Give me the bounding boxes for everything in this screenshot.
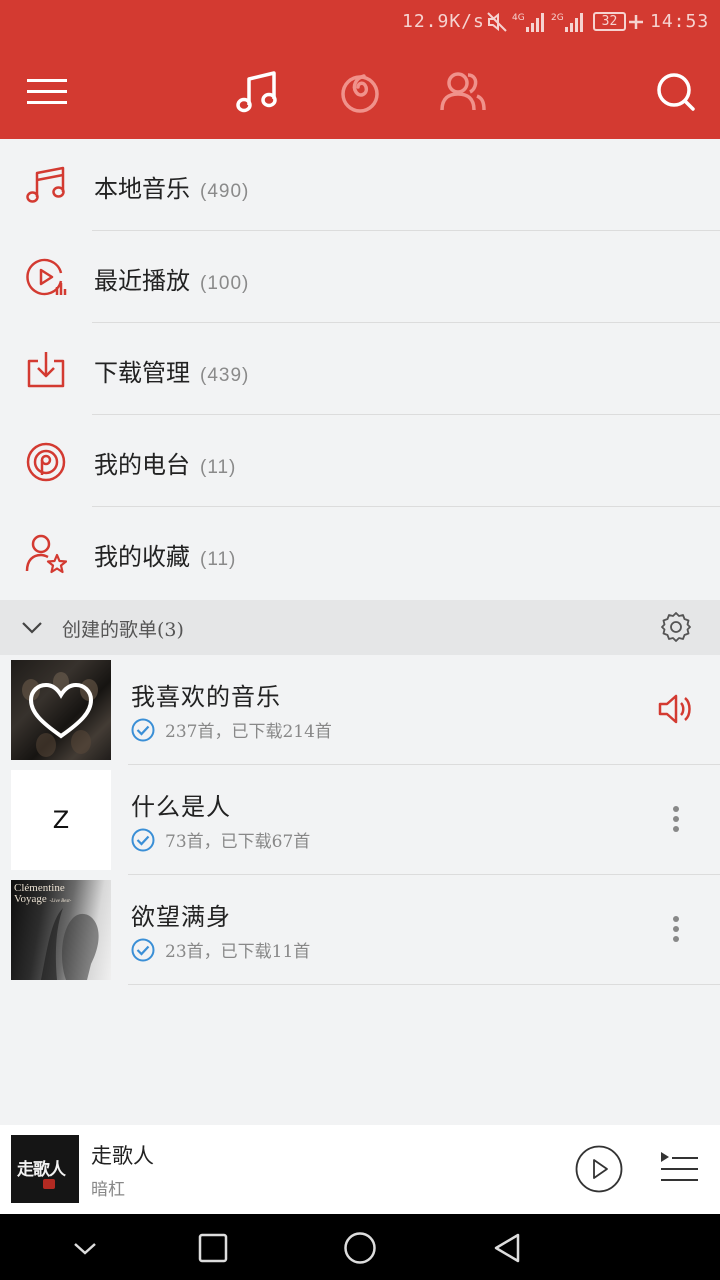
music-note-icon: [26, 166, 65, 203]
tab-friends[interactable]: [435, 64, 491, 120]
circle-icon: [344, 1232, 376, 1264]
collection-icon: [25, 534, 67, 574]
search-icon: [657, 73, 695, 111]
chevron-down-icon[interactable]: [20, 615, 44, 639]
music-note-icon: [236, 71, 277, 113]
gear-icon[interactable]: [660, 611, 692, 643]
cover-portrait: [41, 908, 99, 980]
now-playing-cover: 走歌人: [11, 1135, 79, 1203]
square-icon: [198, 1233, 228, 1263]
menu-count: (100): [200, 273, 250, 294]
playlist-name: 欲望满身: [131, 903, 231, 931]
playlist-stats: 73首，已下载67首: [165, 832, 311, 852]
play-icon: [575, 1145, 623, 1193]
playlist-queue-button[interactable]: [660, 1150, 698, 1186]
playlist-name: 什么是人: [131, 793, 231, 821]
radio-icon: [26, 442, 66, 482]
playlist-stats: 237首，已下载214首: [165, 722, 332, 742]
menu-item-my-radio[interactable]: 我的电台 (11): [0, 415, 720, 507]
more-icon: [673, 806, 679, 832]
menu-label: 最近播放: [94, 267, 190, 295]
downloaded-check-icon: [131, 828, 155, 851]
signal-4g-icon: 4G: [512, 11, 546, 38]
download-icon: [27, 352, 65, 388]
chevron-down-icon: [74, 1243, 96, 1255]
friends-icon: [440, 72, 486, 111]
menu-item-my-collection[interactable]: 我的收藏 (11): [0, 507, 720, 599]
cover-seal: [43, 1179, 55, 1189]
menu-icon: [27, 79, 67, 104]
more-icon: [673, 916, 679, 942]
clock: 14:53: [650, 11, 710, 32]
now-playing-button[interactable]: [652, 685, 700, 733]
playlist-stats: 23首，已下载11首: [165, 942, 311, 962]
now-playing-title: 走歌人: [91, 1144, 154, 1168]
toolbar: [0, 46, 720, 139]
mini-player[interactable]: 走歌人 走歌人 暗杠: [0, 1125, 720, 1214]
recent-play-icon: [26, 258, 67, 296]
divider: [128, 984, 720, 985]
signal2-label: 2G: [551, 13, 564, 23]
playlist-cover: Z: [11, 770, 111, 870]
section-title: 创建的歌单(3): [62, 619, 184, 641]
speaker-icon: [658, 694, 691, 724]
playlist-name: 我喜欢的音乐: [131, 683, 281, 711]
menu-button[interactable]: [19, 64, 75, 120]
tab-my-music[interactable]: [229, 64, 285, 120]
menu-item-recent-play[interactable]: 最近播放 (100): [0, 231, 720, 323]
battery-indicator: 32: [593, 12, 626, 31]
downloaded-check-icon: [131, 938, 155, 961]
recent-apps-button[interactable]: [193, 1228, 233, 1268]
play-button[interactable]: [575, 1145, 623, 1193]
menu-count: (11): [200, 549, 237, 570]
heart-icon: [11, 660, 111, 760]
menu-label: 本地音乐: [94, 175, 190, 203]
menu-count: (439): [200, 365, 250, 386]
playlist-row-liked[interactable]: 我喜欢的音乐 237首，已下载214首: [0, 655, 720, 765]
menu-item-download-manager[interactable]: 下载管理 (439): [0, 323, 720, 415]
now-playing-artist: 暗杠: [91, 1180, 125, 1200]
back-triangle-icon: [494, 1233, 520, 1263]
menu-label: 我的收藏: [94, 543, 190, 571]
playlist-subinfo: 237首，已下载214首: [131, 717, 332, 742]
playlist-row-3[interactable]: Clémentine Voyage -Live Best- 欲望满身 23首，已…: [0, 875, 720, 985]
app-header: 12.9K/s 4G 2G 32 14:53: [0, 0, 720, 139]
menu-count: (11): [200, 457, 237, 478]
signal-2g-icon: 2G: [551, 11, 585, 38]
more-options-button[interactable]: [652, 905, 700, 953]
playlist-row-2[interactable]: Z 什么是人 73首，已下载67首: [0, 765, 720, 875]
downloaded-check-icon: [131, 718, 155, 741]
cover-text: 走歌人: [17, 1160, 66, 1180]
more-options-button[interactable]: [652, 795, 700, 843]
status-bar: 12.9K/s 4G 2G 32 14:53: [0, 0, 720, 46]
created-playlists-header[interactable]: 创建的歌单(3): [0, 600, 720, 655]
playlist-cover: [11, 660, 111, 760]
mute-icon: [486, 11, 508, 38]
menu-label: 下载管理: [94, 359, 190, 387]
back-button[interactable]: [487, 1228, 527, 1268]
menu-label: 我的电台: [94, 451, 190, 479]
net-speed: 12.9K/s: [402, 11, 485, 32]
tab-discover[interactable]: [332, 64, 388, 120]
signal1-label: 4G: [512, 13, 525, 23]
playlist-subinfo: 23首，已下载11首: [131, 937, 310, 962]
menu-item-local-music[interactable]: 本地音乐 (490): [0, 139, 720, 231]
playlist-cover: Clémentine Voyage -Live Best-: [11, 880, 111, 980]
home-button[interactable]: [340, 1228, 380, 1268]
queue-icon: [661, 1152, 698, 1181]
cover-text: Z: [52, 806, 70, 834]
hide-nav-button[interactable]: [65, 1228, 105, 1268]
menu-count: (490): [200, 181, 250, 202]
playlist-subinfo: 73首，已下载67首: [131, 827, 310, 852]
netease-logo-icon: [341, 74, 379, 113]
system-nav-bar: [0, 1214, 720, 1280]
charging-icon: [629, 13, 643, 36]
search-button[interactable]: [648, 64, 704, 120]
